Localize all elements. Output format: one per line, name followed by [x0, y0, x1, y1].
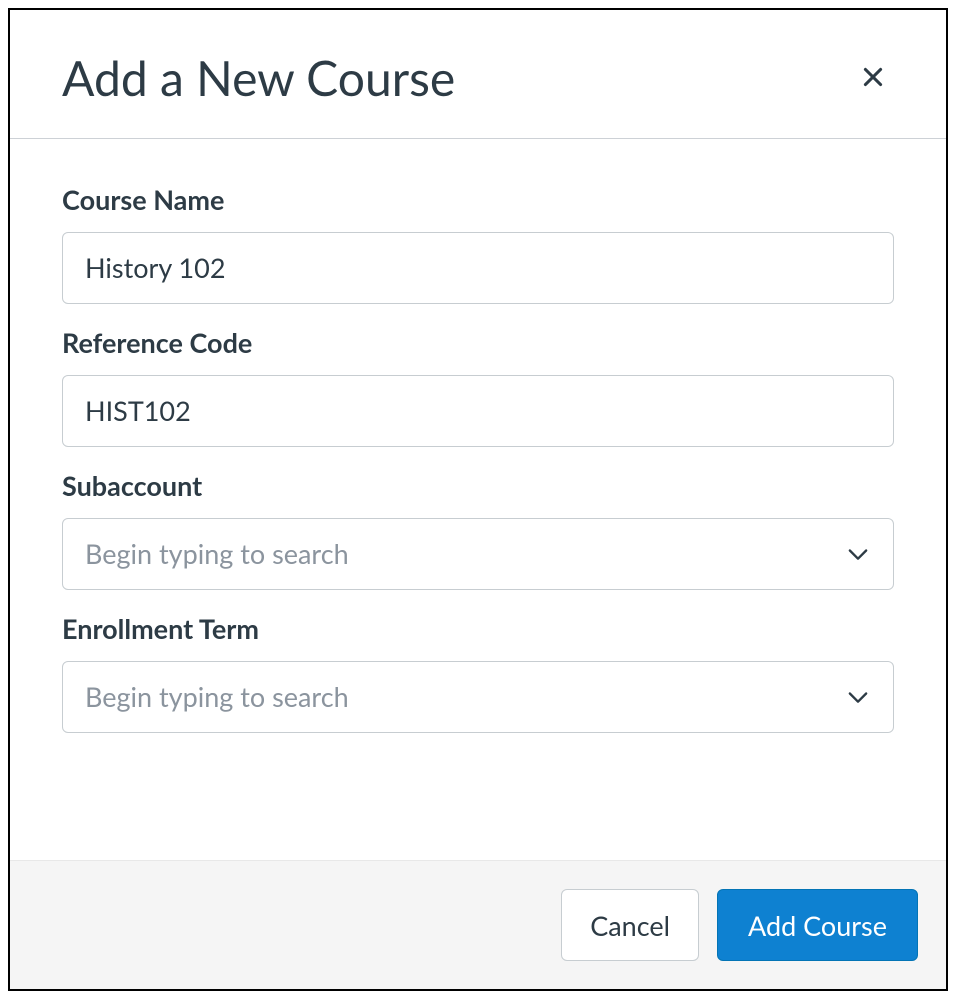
course-name-label: Course Name	[62, 183, 894, 216]
enrollment-term-field: Enrollment Term	[62, 612, 894, 733]
enrollment-term-combo[interactable]	[62, 661, 894, 733]
reference-code-field: Reference Code	[62, 326, 894, 447]
add-course-dialog: Add a New Course Course Name Reference C…	[8, 8, 948, 991]
enrollment-term-label: Enrollment Term	[62, 612, 894, 645]
dialog-spacer	[10, 763, 946, 860]
dialog-title: Add a New Course	[62, 50, 455, 108]
close-icon	[860, 64, 886, 93]
dialog-body: Course Name Reference Code Subaccount En…	[10, 139, 946, 763]
course-name-field: Course Name	[62, 183, 894, 304]
subaccount-label: Subaccount	[62, 469, 894, 502]
close-button[interactable]	[852, 56, 894, 101]
reference-code-input[interactable]	[62, 375, 894, 447]
dialog-header: Add a New Course	[10, 10, 946, 139]
dialog-footer: Cancel Add Course	[10, 860, 946, 989]
cancel-button[interactable]: Cancel	[561, 889, 699, 961]
course-name-input[interactable]	[62, 232, 894, 304]
reference-code-label: Reference Code	[62, 326, 894, 359]
subaccount-field: Subaccount	[62, 469, 894, 590]
add-course-button[interactable]: Add Course	[717, 889, 918, 961]
subaccount-input[interactable]	[62, 518, 894, 590]
enrollment-term-input[interactable]	[62, 661, 894, 733]
subaccount-combo[interactable]	[62, 518, 894, 590]
